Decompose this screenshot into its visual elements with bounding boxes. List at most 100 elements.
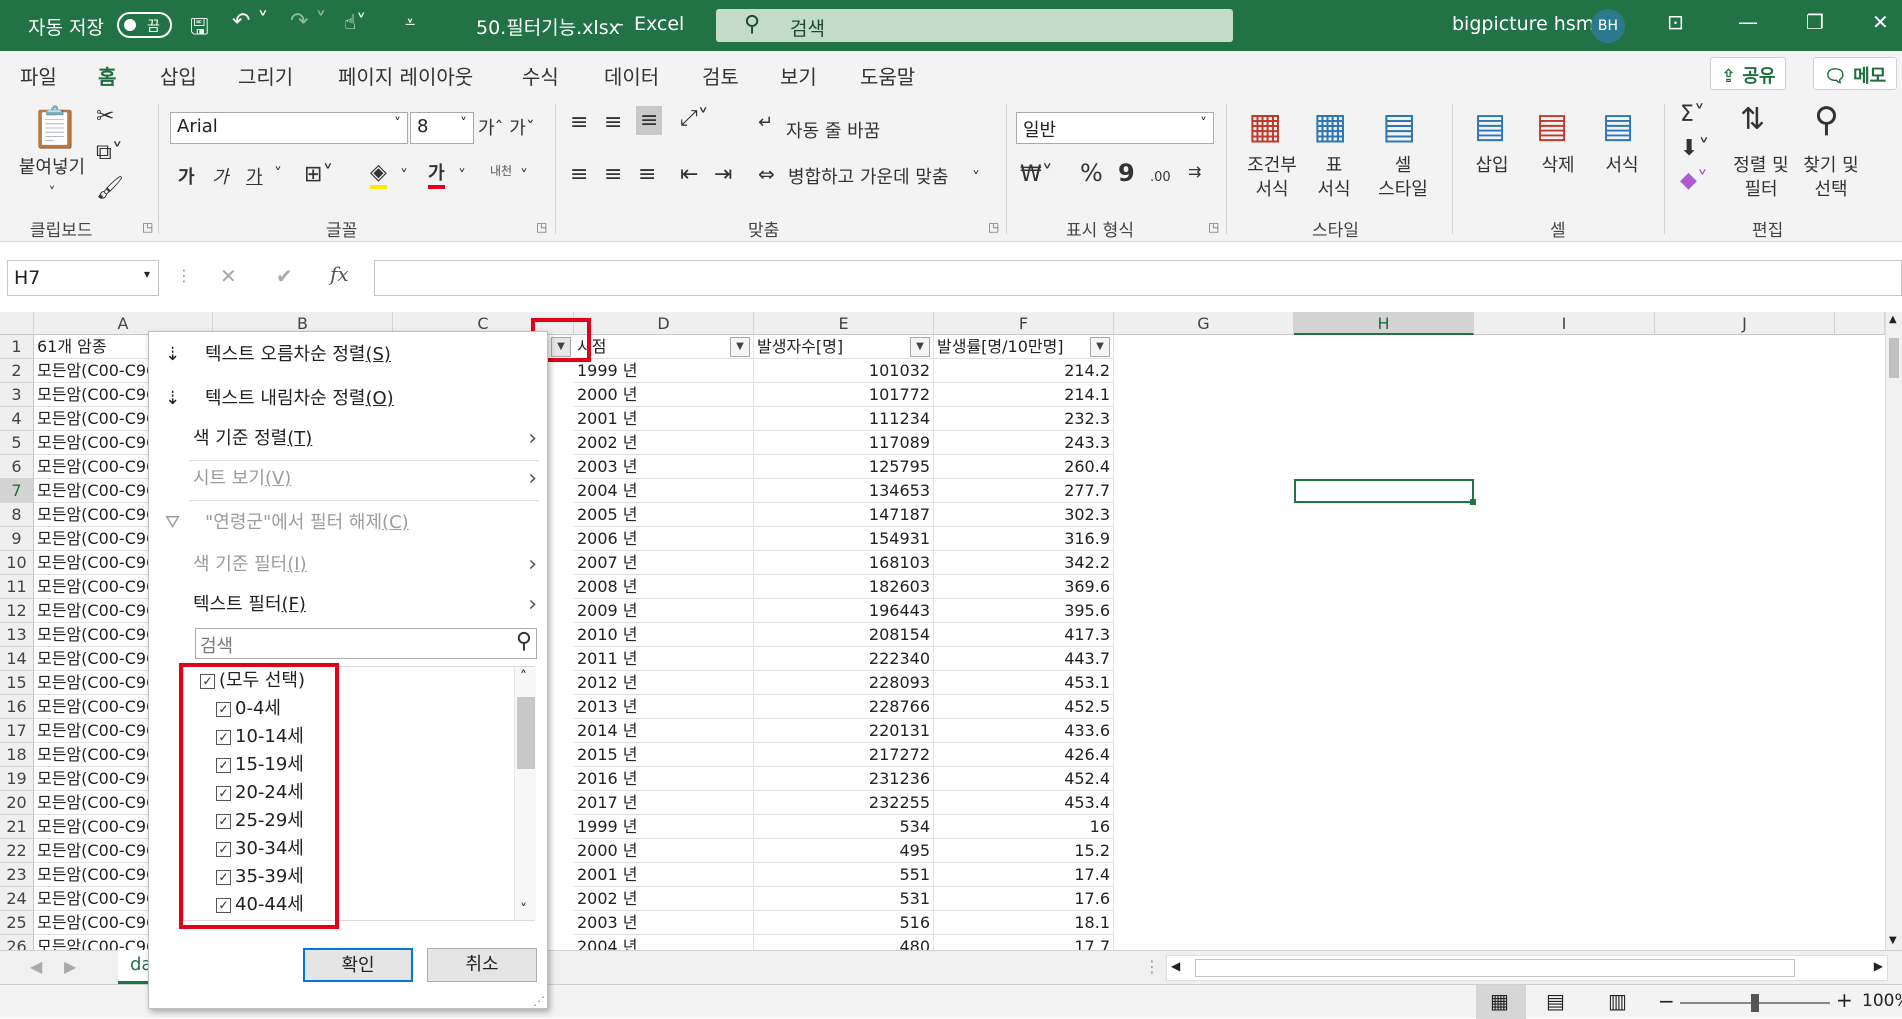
cell-d[interactable]: 2001 년 <box>574 863 754 887</box>
fill-handle[interactable] <box>1470 499 1476 505</box>
cell-d[interactable]: 2000 년 <box>574 383 754 407</box>
format-cells-label[interactable]: 서식 <box>1592 154 1652 177</box>
font-size-select[interactable]: 8 ˅ <box>410 112 474 144</box>
insert-cells-label[interactable]: 삽입 <box>1462 154 1522 177</box>
cell-f[interactable]: 342.2 <box>934 551 1114 575</box>
row-header[interactable]: 15 <box>0 671 34 695</box>
cell-e[interactable]: 147187 <box>754 503 934 527</box>
search-box[interactable]: ⚲ 검색 <box>716 9 1233 42</box>
align-center-icon[interactable]: ≡ <box>604 162 622 187</box>
header-cell-f[interactable]: 발생률[명/10만명] <box>934 335 1114 359</box>
cell-e[interactable]: 228093 <box>754 671 934 695</box>
align-right-icon[interactable]: ≡ <box>638 162 656 187</box>
col-header-g[interactable]: G <box>1114 312 1294 335</box>
restore-icon[interactable]: ❐ <box>1806 10 1824 34</box>
cell-f[interactable]: 452.5 <box>934 695 1114 719</box>
row-header[interactable]: 16 <box>0 695 34 719</box>
alignment-launcher-icon[interactable]: ◳ <box>988 220 999 234</box>
fill-color-icon[interactable]: ◈ <box>370 160 387 189</box>
fill-icon[interactable]: ⬇˅ <box>1680 136 1709 161</box>
cell-e[interactable]: 117089 <box>754 431 934 455</box>
paste-chevron-icon[interactable]: ˅ <box>12 182 92 205</box>
cell-e[interactable]: 495 <box>754 839 934 863</box>
insert-function-icon[interactable]: fx <box>330 262 349 286</box>
col-header-h[interactable]: H <box>1294 312 1474 335</box>
accounting-format-icon[interactable]: ₩˅ <box>1020 162 1053 187</box>
cell-d[interactable]: 2005 년 <box>574 503 754 527</box>
zoom-thumb[interactable] <box>1751 994 1759 1012</box>
cell-f[interactable]: 443.7 <box>934 647 1114 671</box>
filter-button-e[interactable]: ▼ <box>910 337 930 357</box>
minimize-icon[interactable]: — <box>1738 10 1758 34</box>
conditional-format-label-2[interactable]: 서식 <box>1232 178 1312 201</box>
scroll-thumb[interactable] <box>1889 338 1899 378</box>
scroll-right-icon[interactable]: ▶ <box>1874 959 1883 973</box>
cancel-icon[interactable]: ✕ <box>220 264 237 288</box>
find-select-icon[interactable]: ⚲ <box>1814 100 1839 140</box>
row-header[interactable]: 13 <box>0 623 34 647</box>
cell-e[interactable]: 125795 <box>754 455 934 479</box>
cell-f[interactable]: 243.3 <box>934 431 1114 455</box>
normal-view-icon[interactable]: ▦ <box>1476 985 1526 1019</box>
cell-f[interactable]: 453.1 <box>934 671 1114 695</box>
font-launcher-icon[interactable]: ◳ <box>536 220 547 234</box>
row-header[interactable]: 23 <box>0 863 34 887</box>
increase-decimal-button[interactable]: .00 <box>1150 166 1171 189</box>
close-icon[interactable]: ✕ <box>1872 10 1889 34</box>
menu-sort-desc[interactable]: ⇣ 텍스트 내림차순 정렬(O) <box>149 382 547 416</box>
tab-draw[interactable]: 그리기 <box>238 61 293 90</box>
copy-icon[interactable]: ⧉˅ <box>96 140 123 165</box>
cell-e[interactable]: 208154 <box>754 623 934 647</box>
cell-f[interactable]: 452.4 <box>934 767 1114 791</box>
row-header[interactable]: 1 <box>0 335 34 359</box>
cell-f[interactable]: 214.1 <box>934 383 1114 407</box>
name-box[interactable]: H7 ▾ <box>7 260 159 296</box>
col-header-e[interactable]: E <box>754 312 934 335</box>
list-scroll-thumb[interactable] <box>517 697 535 769</box>
ok-button[interactable]: 확인 <box>303 948 413 982</box>
cut-icon[interactable]: ✂ <box>96 104 114 129</box>
cell-d[interactable]: 1999 년 <box>574 359 754 383</box>
row-header[interactable]: 6 <box>0 455 34 479</box>
row-header[interactable]: 14 <box>0 647 34 671</box>
merge-dropdown-icon[interactable]: ˅ <box>972 168 980 187</box>
underline-dropdown-icon[interactable]: ˅ <box>274 164 282 183</box>
cell-e[interactable]: 222340 <box>754 647 934 671</box>
cell-d[interactable]: 2003 년 <box>574 455 754 479</box>
cell-f[interactable]: 433.6 <box>934 719 1114 743</box>
hscroll-thumb[interactable] <box>1195 959 1795 977</box>
cell-d[interactable]: 2011 년 <box>574 647 754 671</box>
format-painter-icon[interactable]: 🖌 <box>96 176 124 201</box>
filter-button-d[interactable]: ▼ <box>730 337 750 357</box>
select-all[interactable] <box>0 312 34 335</box>
cell-f[interactable]: 426.4 <box>934 743 1114 767</box>
merge-icon[interactable]: ⇔ <box>758 162 775 186</box>
filter-search-input[interactable]: 검색 ⚲ <box>195 628 537 659</box>
cell-f[interactable]: 260.4 <box>934 455 1114 479</box>
vertical-scrollbar[interactable]: ▲ ▼ <box>1885 312 1902 950</box>
font-color-dropdown-icon[interactable]: ˅ <box>458 166 466 185</box>
cell-styles-label-2[interactable]: 스타일 <box>1368 178 1438 201</box>
cell-f[interactable]: 214.2 <box>934 359 1114 383</box>
row-header[interactable]: 17 <box>0 719 34 743</box>
cell-e[interactable]: 196443 <box>754 599 934 623</box>
tab-insert[interactable]: 삽입 <box>160 61 197 90</box>
filter-button-f[interactable]: ▼ <box>1090 337 1110 357</box>
cell-e[interactable]: 220131 <box>754 719 934 743</box>
cell-f[interactable]: 15.2 <box>934 839 1114 863</box>
cell-d[interactable]: 2003 년 <box>574 911 754 935</box>
cell-styles-label-1[interactable]: 셀 <box>1368 154 1438 177</box>
cell-d[interactable]: 2014 년 <box>574 719 754 743</box>
tab-formulas[interactable]: 수식 <box>522 61 559 90</box>
next-sheet-icon[interactable]: ▶ <box>64 957 76 976</box>
cell-e[interactable]: 111234 <box>754 407 934 431</box>
cell-d[interactable]: 2017 년 <box>574 791 754 815</box>
cell-f[interactable]: 395.6 <box>934 599 1114 623</box>
list-scrollbar[interactable]: ˄ ˅ <box>514 667 536 920</box>
cell-d[interactable]: 2009 년 <box>574 599 754 623</box>
cell-e[interactable]: 154931 <box>754 527 934 551</box>
font-color-button[interactable]: 가 <box>428 162 445 189</box>
conditional-format-icon[interactable]: ▦ <box>1248 106 1282 147</box>
decrease-decimal-icon[interactable]: ⇉ <box>1188 162 1201 181</box>
row-header[interactable]: 7 <box>0 479 34 503</box>
